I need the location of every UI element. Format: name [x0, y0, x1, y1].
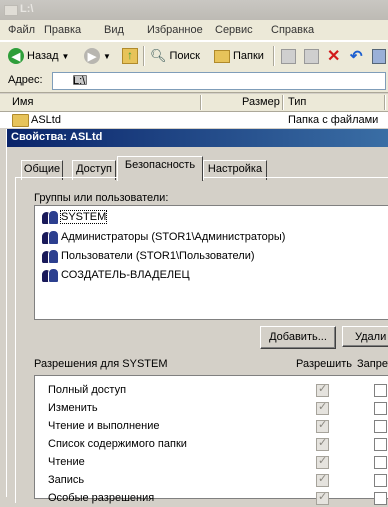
- file-type: Папка с файлами: [288, 114, 379, 126]
- move-to-button[interactable]: [281, 47, 296, 65]
- user-label: Администраторы (STOR1\Администраторы): [61, 231, 286, 243]
- address-value: L:\: [73, 75, 86, 87]
- perm-special: Особые разрешения: [48, 492, 155, 504]
- deny-modify-checkbox[interactable]: [374, 402, 387, 415]
- back-button-label: Назад: [27, 50, 59, 62]
- undo-icon: ↶: [350, 48, 363, 65]
- column-name[interactable]: Имя: [12, 96, 33, 108]
- explorer-title-bar: L:\: [0, 0, 388, 20]
- user-label: Пользователи (STOR1\Пользователи): [61, 250, 255, 262]
- views-icon: [372, 48, 386, 64]
- remove-button[interactable]: Удали: [342, 326, 388, 347]
- folders-icon: [214, 49, 230, 63]
- users-list[interactable]: SYSTEM Администраторы (STOR1\Администрат…: [34, 205, 388, 320]
- user-item-administrators[interactable]: Администраторы (STOR1\Администраторы): [42, 228, 285, 246]
- move-to-icon: [281, 48, 296, 64]
- file-list-header: Имя Размер Тип: [0, 94, 388, 112]
- user-item-users[interactable]: Пользователи (STOR1\Пользователи): [42, 247, 255, 265]
- search-button-label: Поиск: [169, 50, 200, 62]
- menu-help[interactable]: Справка: [271, 24, 314, 36]
- chevron-down-icon: ▼: [103, 51, 111, 61]
- menu-bar: Файл Правка Вид Избранное Сервис Справка: [0, 20, 388, 41]
- users-icon: [42, 209, 59, 225]
- tab-security[interactable]: Безопасность: [117, 156, 203, 181]
- deny-special-checkbox[interactable]: [374, 492, 387, 505]
- drive-icon: [4, 5, 18, 16]
- search-icon: 🔍︎: [150, 48, 167, 63]
- perm-list-folder: Список содержимого папки: [48, 438, 187, 450]
- properties-dialog: Свойства: ASLtd Общие Доступ Безопасност…: [6, 129, 388, 505]
- search-button[interactable]: 🔍︎ Поиск: [150, 47, 200, 65]
- menu-edit[interactable]: Правка: [44, 24, 81, 36]
- menu-favorites[interactable]: Избранное: [147, 24, 203, 36]
- forward-button[interactable]: ▶ ▼: [84, 47, 111, 65]
- column-size[interactable]: Размер: [242, 96, 280, 108]
- dialog-title-bar: Свойства: ASLtd: [7, 129, 388, 147]
- address-bar: Адрес: L:\: [0, 70, 388, 93]
- column-type[interactable]: Тип: [288, 96, 306, 108]
- perm-read-execute: Чтение и выполнение: [48, 420, 160, 432]
- deny-read-execute-checkbox[interactable]: [374, 420, 387, 433]
- menu-tools[interactable]: Сервис: [215, 24, 253, 36]
- views-button[interactable]: [372, 47, 386, 65]
- add-button[interactable]: Добавить...: [260, 326, 336, 349]
- address-input[interactable]: L:\: [52, 72, 386, 90]
- user-label: SYSTEM: [59, 210, 108, 224]
- users-icon: [42, 267, 59, 283]
- menu-file[interactable]: Файл: [8, 24, 35, 36]
- menu-view[interactable]: Вид: [104, 24, 124, 36]
- up-folder-icon: ↑: [122, 48, 138, 64]
- user-item-system[interactable]: SYSTEM: [42, 208, 108, 226]
- window-title: L:\: [20, 3, 34, 15]
- copy-to-button[interactable]: [304, 47, 319, 65]
- delete-x-icon: ✕: [327, 48, 341, 65]
- address-label: Адрес:: [8, 74, 43, 86]
- up-folder-button[interactable]: ↑: [122, 47, 138, 65]
- perm-full-control: Полный доступ: [48, 384, 127, 396]
- back-arrow-icon: ◀: [8, 48, 24, 64]
- allow-read-checkbox[interactable]: [316, 454, 329, 469]
- toolbar: ◀ Назад ▼ ▶ ▼ ↑ 🔍︎ Поиск Папки ✕ ↶: [0, 41, 388, 71]
- allow-read-execute-checkbox[interactable]: [316, 418, 329, 433]
- groups-label: Группы или пользователи:: [34, 192, 169, 204]
- perm-modify: Изменить: [48, 402, 98, 414]
- delete-button[interactable]: ✕: [327, 47, 340, 65]
- user-item-creator-owner[interactable]: СОЗДАТЕЛЬ-ВЛАДЕЛЕЦ: [42, 266, 190, 284]
- folders-button[interactable]: Папки: [214, 47, 264, 65]
- deny-read-checkbox[interactable]: [374, 456, 387, 469]
- permissions-list: Полный доступ Изменить Чтение и выполнен…: [34, 375, 388, 505]
- users-icon: [42, 248, 59, 264]
- folder-icon: [12, 114, 29, 127]
- allow-full-control-checkbox[interactable]: [316, 382, 329, 397]
- file-name: ASLtd: [31, 114, 61, 126]
- users-icon: [42, 229, 59, 245]
- allow-write-checkbox[interactable]: [316, 472, 329, 487]
- forward-arrow-icon: ▶: [84, 48, 100, 64]
- perm-read: Чтение: [48, 456, 85, 468]
- deny-column-label: Запрет: [357, 358, 388, 370]
- back-button[interactable]: ◀ Назад ▼: [8, 47, 69, 65]
- undo-button[interactable]: ↶: [350, 47, 363, 65]
- file-row[interactable]: ASLtd Папка с файлами: [0, 112, 388, 128]
- deny-write-checkbox[interactable]: [374, 474, 387, 487]
- user-label: СОЗДАТЕЛЬ-ВЛАДЕЛЕЦ: [61, 269, 190, 281]
- folders-button-label: Папки: [233, 50, 264, 62]
- deny-full-control-checkbox[interactable]: [374, 384, 387, 397]
- permissions-label: Разрешения для SYSTEM: [34, 358, 168, 370]
- copy-to-icon: [304, 48, 319, 64]
- allow-modify-checkbox[interactable]: [316, 400, 329, 415]
- dialog-title: Свойства: ASLtd: [11, 131, 103, 143]
- perm-write: Запись: [48, 474, 85, 486]
- chevron-down-icon: ▼: [61, 51, 70, 61]
- allow-special-checkbox[interactable]: [316, 490, 329, 505]
- allow-column-label: Разрешить: [296, 358, 352, 370]
- deny-list-folder-checkbox[interactable]: [374, 438, 387, 451]
- allow-list-folder-checkbox[interactable]: [316, 436, 329, 451]
